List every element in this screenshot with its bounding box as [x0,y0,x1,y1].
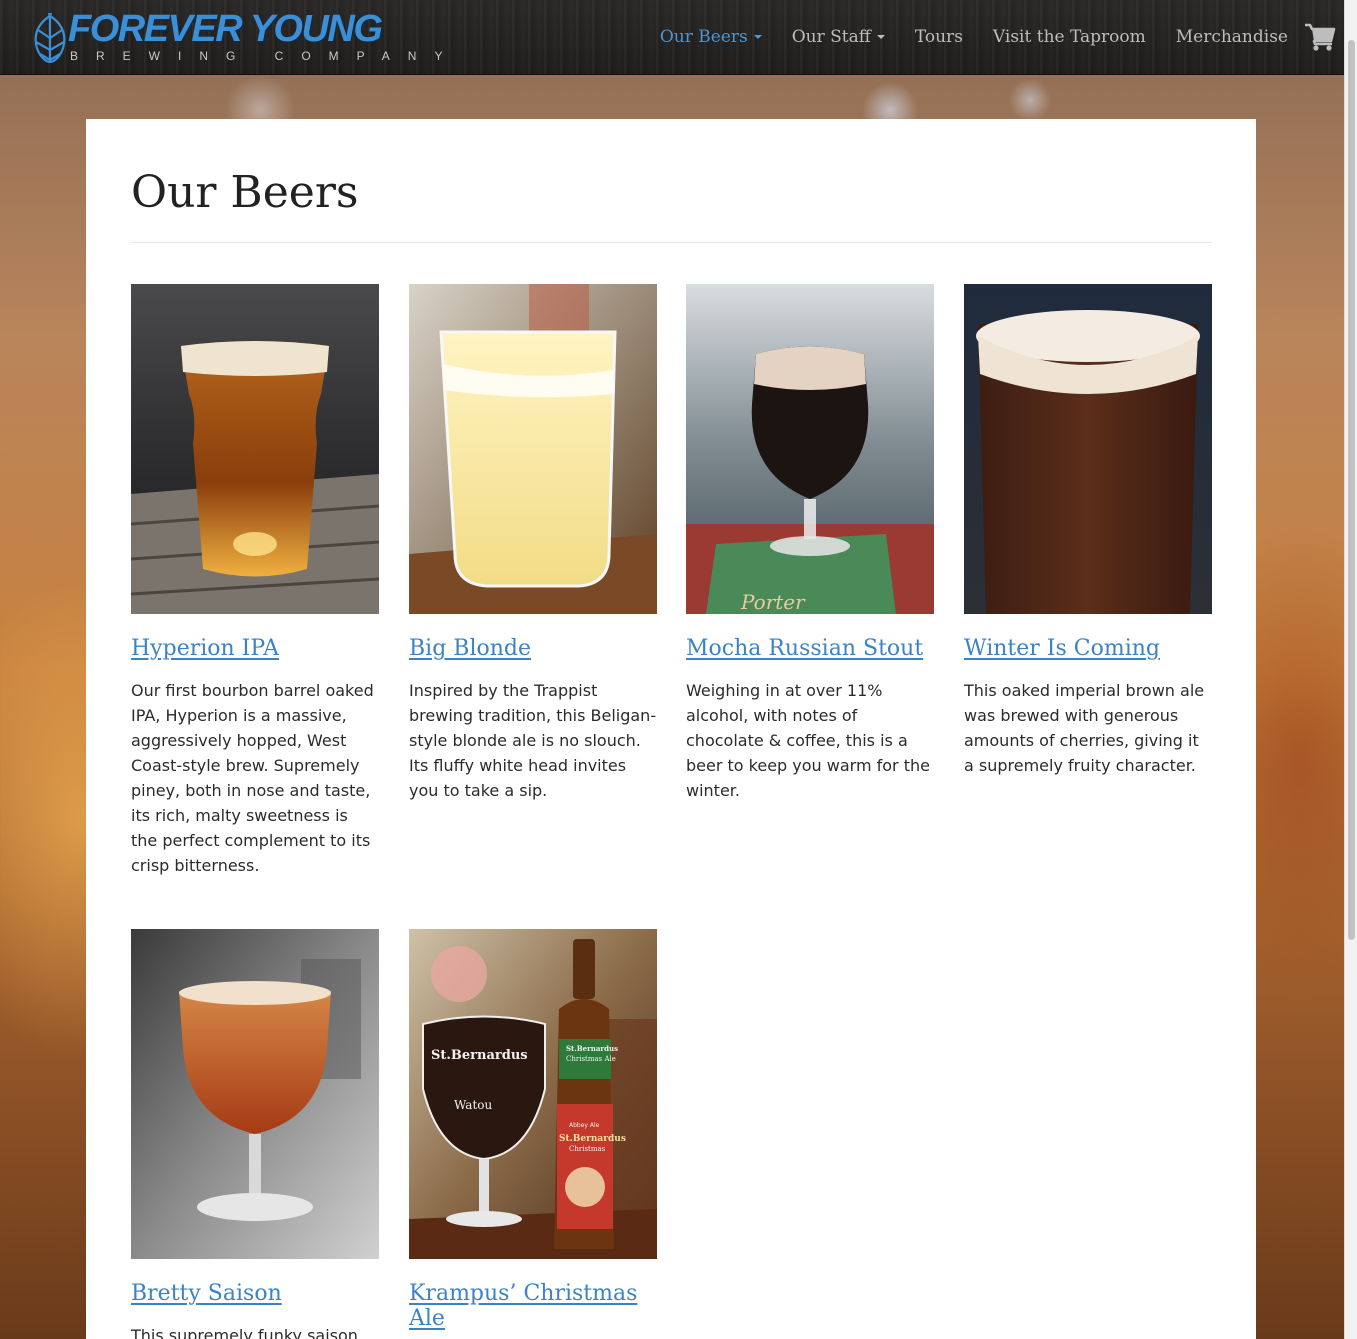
beer-name-link[interactable]: Mocha Russian Stout [686,636,934,661]
nav-visit-taproom-label: Visit the Taproom [992,27,1146,47]
beer-name-link[interactable]: Krampus’ Christmas Ale [409,1281,657,1331]
beer-photo-hyperion-ipa[interactable] [131,284,379,614]
brand-title: FOREVER YOUNG [68,8,383,50]
hop-icon [34,13,66,64]
nav-merchandise[interactable]: Merchandise [1176,27,1288,47]
svg-text:Watou: Watou [454,1098,492,1112]
beer-photo-bretty-saison[interactable] [131,929,379,1259]
brand-subtitle: BREWING COMPANY [70,49,461,63]
svg-text:Christmas: Christmas [569,1145,606,1153]
beer-description: Weighing in at over 11% alcohol, with no… [686,681,930,800]
nav-our-beers-label: Our Beers [659,27,748,47]
brand-logo[interactable]: FOREVER YOUNG BREWING COMPANY [30,8,442,68]
nav-visit-taproom[interactable]: Visit the Taproom [993,27,1146,47]
nav-our-beers[interactable]: Our Beers [660,27,762,47]
beer-photo-winter-is-coming[interactable] [964,284,1212,614]
brown-ale-glass-image [964,284,1212,614]
scrollbar-thumb[interactable] [1348,40,1355,940]
beer-description: This oaked imperial brown ale was brewed… [964,681,1205,775]
beer-description: Our first bourbon barrel oaked IPA, Hype… [131,681,374,875]
caret-down-icon [876,35,885,39]
beer-name-link[interactable]: Hyperion IPA [131,636,379,661]
beer-description: This supremely funky saison [131,1326,358,1339]
svg-text:Christmas Ale: Christmas Ale [566,1055,616,1063]
beer-name-link[interactable]: Big Blonde [409,636,657,661]
stout-glass-image: Porter [686,284,934,614]
nav-tours[interactable]: Tours [915,27,963,47]
christmas-ale-bottle-image: St.Bernardus Watou St.Bernardus Christma… [409,929,657,1259]
title-divider [131,242,1212,243]
svg-text:Porter: Porter [740,590,806,614]
saison-glass-image [131,929,379,1259]
nav-our-staff[interactable]: Our Staff [792,27,885,47]
navbar: FOREVER YOUNG BREWING COMPANY Our Beers … [0,0,1344,75]
nav-tours-label: Tours [914,27,963,47]
svg-text:St.Bernardus: St.Bernardus [566,1044,618,1053]
content-panel: Our Beers Hyperion IPA Our first bourbon… [86,119,1256,1339]
shopping-cart-icon[interactable] [1304,22,1336,52]
beer-name-link[interactable]: Bretty Saison [131,1281,379,1306]
beer-description: Inspired by the Trappist brewing traditi… [409,681,657,800]
beer-photo-mocha-russian-stout[interactable]: Porter [686,284,934,614]
nav-our-staff-label: Our Staff [791,27,871,47]
page-scrollbar[interactable] [1344,0,1357,1339]
svg-text:St.Bernardus: St.Bernardus [431,1048,528,1063]
beer-name-link[interactable]: Winter Is Coming [964,636,1212,661]
svg-text:St.Bernardus: St.Bernardus [559,1134,626,1144]
page-title: Our Beers [131,167,359,218]
beer-photo-big-blonde[interactable] [409,284,657,614]
caret-down-icon [753,35,762,39]
nav-merchandise-label: Merchandise [1175,27,1288,47]
svg-text:Abbey Ale: Abbey Ale [569,1122,600,1129]
beer-photo-krampus-christmas-ale[interactable]: St.Bernardus Watou St.Bernardus Christma… [409,929,657,1259]
blonde-glass-image [409,284,657,614]
pint-glass-image [131,284,379,614]
main-nav: Our Beers Our Staff Tours Visit the Tapr… [630,0,1336,74]
